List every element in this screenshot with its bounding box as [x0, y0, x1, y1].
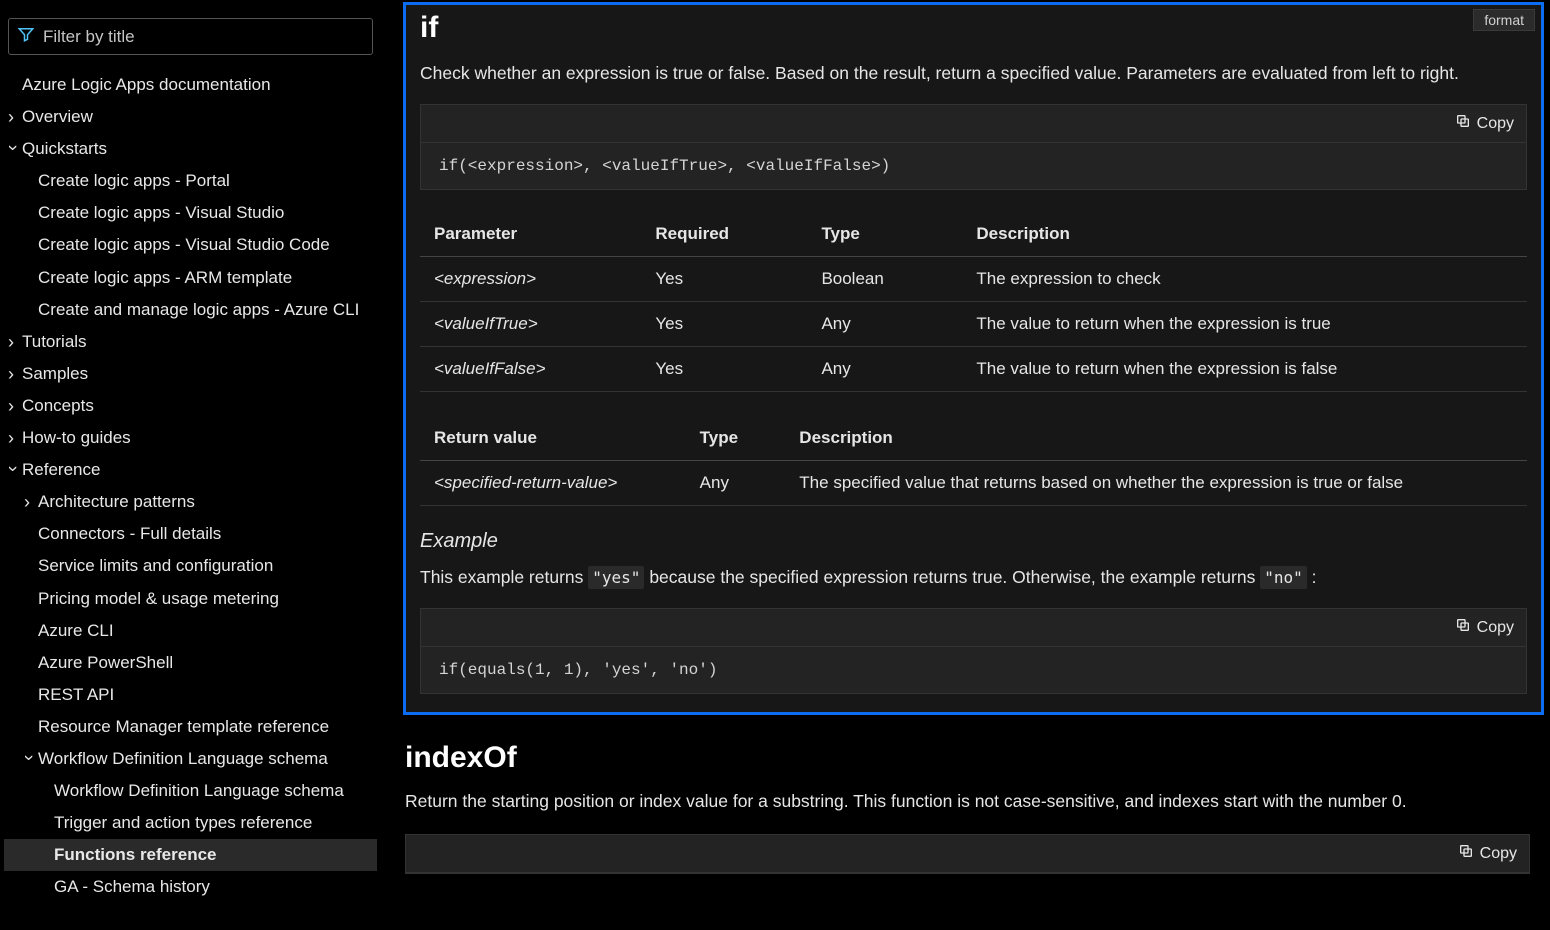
example-text: This example returns "yes" because the s… [420, 567, 1527, 588]
copy-icon [1455, 113, 1471, 134]
nav-quickstarts[interactable]: Quickstarts [4, 133, 377, 165]
nav-item[interactable]: Create logic apps - Visual Studio Code [4, 229, 377, 261]
nav-item[interactable]: Trigger and action types reference [4, 807, 377, 839]
filter-container[interactable] [8, 18, 373, 55]
copy-icon [1458, 843, 1474, 864]
nav-item[interactable]: Create logic apps - Visual Studio [4, 197, 377, 229]
th-type: Type [686, 416, 786, 461]
nav-arch[interactable]: Architecture patterns [4, 486, 377, 518]
copy-button[interactable]: Copy [1455, 617, 1514, 638]
nav-tutorials[interactable]: Tutorials [4, 326, 377, 358]
copy-button[interactable]: Copy [1458, 843, 1517, 864]
nav-samples[interactable]: Samples [4, 358, 377, 390]
th-type: Type [807, 212, 962, 257]
table-row: <valueIfTrue> Yes Any The value to retur… [420, 302, 1527, 347]
nav-overview[interactable]: Overview [4, 101, 377, 133]
nav-item[interactable]: Create logic apps - Portal [4, 165, 377, 197]
inline-code: "no" [1260, 566, 1307, 589]
nav-item[interactable]: GA - Schema history [4, 871, 377, 903]
code-text: if(equals(1, 1), 'yes', 'no') [421, 647, 1526, 693]
nav-item[interactable]: Create and manage logic apps - Azure CLI [4, 294, 377, 326]
table-row: <specified-return-value> Any The specifi… [420, 461, 1527, 506]
nav-tree: Azure Logic Apps documentation Overview … [4, 69, 377, 903]
th-required: Required [641, 212, 807, 257]
th-description: Description [785, 416, 1527, 461]
copy-label: Copy [1477, 115, 1514, 133]
code-block-indexof: Copy [405, 834, 1530, 874]
section-indexof: indexOf Return the starting position or … [403, 733, 1550, 874]
nav-root[interactable]: Azure Logic Apps documentation [4, 69, 377, 101]
sidebar-nav: Azure Logic Apps documentation Overview … [0, 0, 385, 930]
example-heading: Example [420, 530, 1527, 553]
filter-icon [17, 25, 35, 48]
code-text: if(<expression>, <valueIfTrue>, <valueIf… [421, 143, 1526, 189]
nav-item[interactable]: Service limits and configuration [4, 550, 377, 582]
copy-label: Copy [1477, 619, 1514, 637]
format-badge: format [1473, 9, 1535, 31]
heading-indexof: indexOf [405, 741, 1530, 775]
table-row: <expression> Yes Boolean The expression … [420, 257, 1527, 302]
code-block-syntax: Copy if(<expression>, <valueIfTrue>, <va… [420, 104, 1527, 190]
nav-item[interactable]: Connectors - Full details [4, 518, 377, 550]
nav-reference[interactable]: Reference [4, 454, 377, 486]
copy-button[interactable]: Copy [1455, 113, 1514, 134]
main-content: format if Check whether an expression is… [385, 0, 1550, 930]
parameters-table: Parameter Required Type Description <exp… [420, 212, 1527, 392]
section-if: format if Check whether an expression is… [403, 2, 1544, 715]
nav-wdls[interactable]: Workflow Definition Language schema [4, 743, 377, 775]
nav-item[interactable]: Azure PowerShell [4, 647, 377, 679]
th-description: Description [962, 212, 1527, 257]
nav-item[interactable]: Pricing model & usage metering [4, 583, 377, 615]
nav-item[interactable]: Create logic apps - ARM template [4, 262, 377, 294]
copy-label: Copy [1480, 845, 1517, 863]
nav-item[interactable]: Resource Manager template reference [4, 711, 377, 743]
nav-concepts[interactable]: Concepts [4, 390, 377, 422]
copy-icon [1455, 617, 1471, 638]
nav-item-active[interactable]: Functions reference [4, 839, 377, 871]
nav-item[interactable]: Workflow Definition Language schema [4, 775, 377, 807]
nav-item[interactable]: Azure CLI [4, 615, 377, 647]
th-return: Return value [420, 416, 686, 461]
if-description: Check whether an expression is true or f… [420, 63, 1527, 84]
filter-input[interactable] [43, 27, 364, 47]
heading-if: if [420, 11, 1527, 45]
nav-item[interactable]: REST API [4, 679, 377, 711]
nav-howto[interactable]: How-to guides [4, 422, 377, 454]
table-row: <valueIfFalse> Yes Any The value to retu… [420, 347, 1527, 392]
th-parameter: Parameter [420, 212, 641, 257]
inline-code: "yes" [588, 566, 644, 589]
return-table: Return value Type Description <specified… [420, 416, 1527, 506]
indexof-description: Return the starting position or index va… [405, 791, 1530, 812]
code-block-example: Copy if(equals(1, 1), 'yes', 'no') [420, 608, 1527, 694]
